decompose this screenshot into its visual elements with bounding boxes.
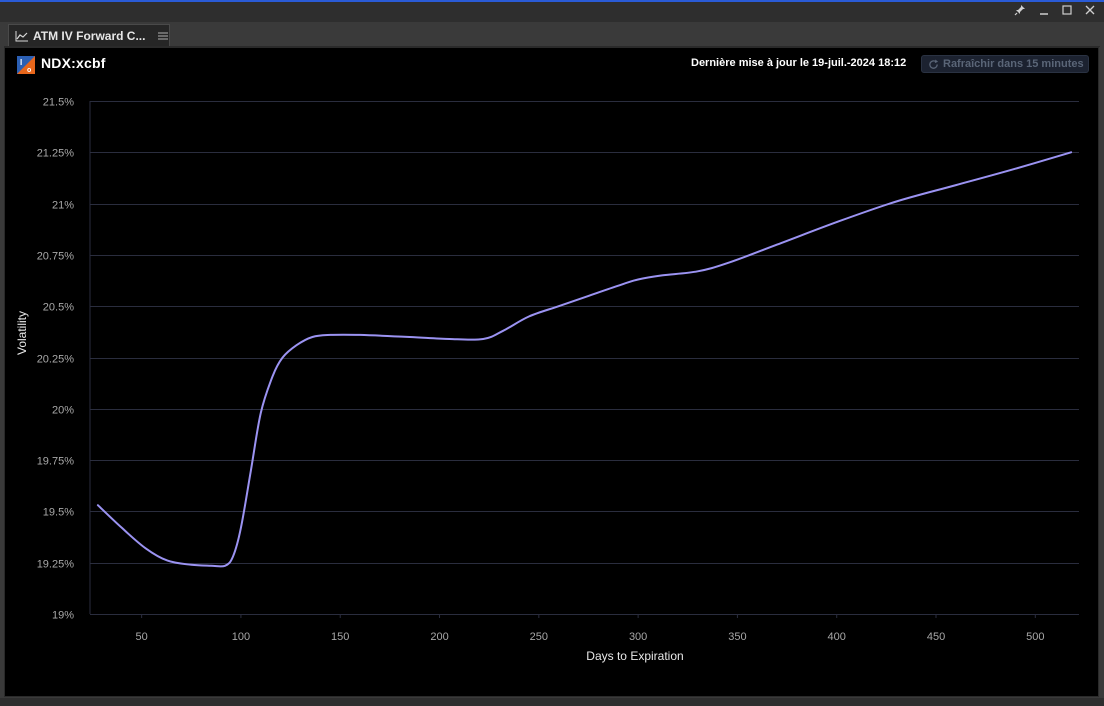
y-tick-label: 20.5% xyxy=(43,302,74,314)
window-titlebar xyxy=(0,2,1104,22)
x-tick-label: 300 xyxy=(629,631,647,643)
tab-strip: ATM IV Forward C... xyxy=(4,24,1100,47)
y-tick-label: 20.75% xyxy=(37,251,75,263)
hamburger-menu-icon[interactable] xyxy=(157,30,169,42)
minimize-icon[interactable] xyxy=(1033,3,1055,21)
x-tick-label: 100 xyxy=(232,631,250,643)
volatility-curve-line xyxy=(96,151,1073,568)
y-tick-label: 21.25% xyxy=(37,148,75,160)
y-tick-label: 19.25% xyxy=(37,559,75,571)
y-tick-label: 19% xyxy=(52,610,74,622)
x-axis-label: Days to Expiration xyxy=(586,649,683,663)
close-icon[interactable] xyxy=(1079,3,1101,21)
tab-title: ATM IV Forward C... xyxy=(33,28,146,43)
maximize-icon[interactable] xyxy=(1056,3,1078,21)
x-tick-label: 200 xyxy=(430,631,448,643)
forward-curve-chart: 19% 19.25% 19.5% 19.75% 20% 20.25% 20.5% 20.75%… xyxy=(15,97,1079,663)
x-tick-label: 500 xyxy=(1026,631,1044,643)
x-tick-label: 150 xyxy=(331,631,349,643)
y-tick-label: 21% xyxy=(52,200,74,212)
y-axis-label: Volatility xyxy=(15,311,29,355)
pin-icon[interactable] xyxy=(1009,3,1031,21)
y-tick-label: 21.5% xyxy=(43,97,74,109)
app-window: ATM IV Forward C... I o NDX:xcbf Dernièr… xyxy=(0,0,1104,706)
y-tick-label: 19.5% xyxy=(43,507,74,519)
chart-panel: I o NDX:xcbf Dernière mise à jour le 19-… xyxy=(4,47,1099,697)
tab-atm-iv-forward-curve[interactable]: ATM IV Forward C... xyxy=(8,24,170,46)
x-tick-label: 450 xyxy=(927,631,945,643)
x-tick-label: 350 xyxy=(728,631,746,643)
x-tick-label: 400 xyxy=(828,631,846,643)
x-tick-label: 50 xyxy=(136,631,148,643)
window-bottom-edge xyxy=(0,698,1104,706)
x-tick-label: 250 xyxy=(530,631,548,643)
y-tick-label: 20% xyxy=(52,405,74,417)
y-tick-label: 19.75% xyxy=(37,456,75,468)
line-chart-icon xyxy=(15,30,28,41)
y-tick-label: 20.25% xyxy=(37,354,75,366)
